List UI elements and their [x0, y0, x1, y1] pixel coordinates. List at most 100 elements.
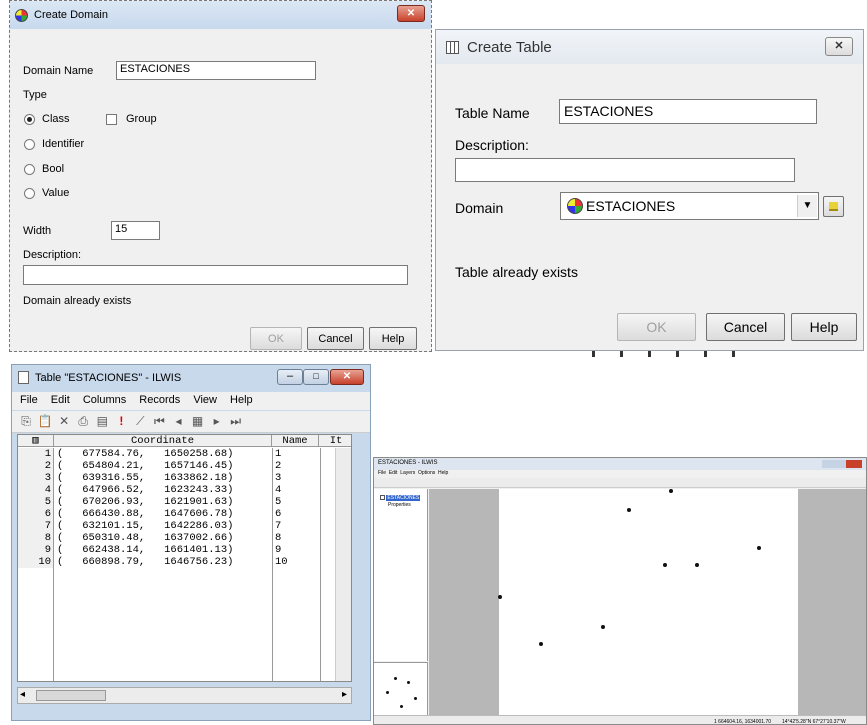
- table-row[interactable]: 4( 647966.52, 1623243.33) 4: [18, 484, 319, 496]
- alert-icon[interactable]: !: [113, 414, 129, 428]
- domain-select[interactable]: ESTACIONES ▼: [560, 192, 819, 220]
- width-input[interactable]: 15: [111, 221, 160, 240]
- scroll-left-icon[interactable]: ◂: [20, 689, 25, 700]
- domain-description-input[interactable]: [23, 265, 408, 285]
- properties-icon[interactable]: ▤: [94, 414, 110, 428]
- table-row[interactable]: 3( 639316.55, 1633862.18) 3: [18, 472, 319, 484]
- station-point[interactable]: [695, 563, 699, 567]
- paste-icon[interactable]: 📋: [37, 414, 53, 428]
- domain-ok-button[interactable]: OK: [250, 327, 302, 350]
- coordinate-cell[interactable]: ( 654804.21, 1657146.45): [54, 460, 272, 472]
- table-row[interactable]: 8( 650310.48, 1637002.66) 8: [18, 532, 319, 544]
- name-cell[interactable]: 7: [272, 520, 319, 532]
- map-menubar[interactable]: File Edit Layers Options Help: [374, 470, 866, 478]
- close-button[interactable]: ✕: [330, 369, 364, 385]
- close-button[interactable]: ✕: [397, 5, 425, 22]
- domain-help-button[interactable]: Help: [369, 327, 417, 350]
- coordinate-cell[interactable]: ( 666430.88, 1647606.78): [54, 508, 272, 520]
- layer-checkbox-icon[interactable]: [380, 495, 385, 501]
- table-description-input[interactable]: [455, 158, 795, 182]
- name-cell[interactable]: 6: [272, 508, 319, 520]
- name-cell[interactable]: 8: [272, 532, 319, 544]
- name-cell[interactable]: 5: [272, 496, 319, 508]
- new-domain-button[interactable]: [823, 196, 844, 217]
- create-table-titlebar: Create Table ✕: [436, 30, 863, 64]
- name-cell[interactable]: 2: [272, 460, 319, 472]
- type-identifier-radio[interactable]: [24, 139, 35, 150]
- minimize-icon: –: [286, 370, 294, 382]
- map-window-buttons[interactable]: [822, 460, 862, 468]
- name-cell[interactable]: 1: [272, 448, 319, 460]
- close-button[interactable]: ✕: [825, 37, 853, 56]
- background-window-edge: [592, 351, 742, 357]
- table-name-input[interactable]: ESTACIONES: [559, 99, 817, 124]
- table-description-label: Description:: [455, 137, 529, 153]
- copy-icon[interactable]: ⎘: [18, 414, 34, 429]
- menu-help[interactable]: Help: [230, 394, 253, 406]
- header-corner-icon[interactable]: ▥: [18, 435, 54, 446]
- coordinate-cell[interactable]: ( 647966.52, 1623243.33): [54, 484, 272, 496]
- type-class-radio[interactable]: [24, 114, 35, 125]
- scroll-thumb[interactable]: [36, 690, 106, 701]
- menu-file[interactable]: File: [20, 394, 38, 406]
- vertical-scrollbar[interactable]: [335, 448, 351, 681]
- layer-properties[interactable]: Properties: [388, 502, 427, 508]
- table-row[interactable]: 2( 654804.21, 1657146.45) 2: [18, 460, 319, 472]
- domain-cancel-button[interactable]: Cancel: [307, 327, 364, 350]
- station-point[interactable]: [539, 642, 543, 646]
- coordinate-cell[interactable]: ( 670206.93, 1621901.63): [54, 496, 272, 508]
- menu-columns[interactable]: Columns: [83, 394, 126, 406]
- coordinate-cell[interactable]: ( 632101.15, 1642286.03): [54, 520, 272, 532]
- name-cell[interactable]: 10: [272, 556, 319, 568]
- column-header-name[interactable]: Name: [272, 435, 319, 446]
- station-point[interactable]: [627, 508, 631, 512]
- name-cell[interactable]: 3: [272, 472, 319, 484]
- map-toolbar: [374, 478, 866, 488]
- table-cancel-button[interactable]: Cancel: [706, 313, 785, 341]
- type-bool-radio[interactable]: [24, 164, 35, 175]
- coordinate-cell[interactable]: ( 660898.79, 1646756.23): [54, 556, 272, 568]
- station-point[interactable]: [757, 546, 761, 550]
- station-point[interactable]: [663, 563, 667, 567]
- table-row[interactable]: 5( 670206.93, 1621901.63) 5: [18, 496, 319, 508]
- group-checkbox[interactable]: [106, 114, 117, 125]
- table-row[interactable]: 10( 660898.79, 1646756.23) 10: [18, 556, 319, 568]
- type-value-radio[interactable]: [24, 188, 35, 199]
- print-icon[interactable]: ⎙: [75, 414, 91, 429]
- table-row[interactable]: 7( 632101.15, 1642286.03) 7: [18, 520, 319, 532]
- first-record-icon[interactable]: ⏮: [151, 414, 167, 429]
- goto-record-icon[interactable]: ▦: [190, 414, 206, 428]
- graph-icon[interactable]: ⟋: [132, 414, 148, 429]
- map-canvas[interactable]: [429, 489, 866, 715]
- menu-records[interactable]: Records: [139, 394, 180, 406]
- name-cell[interactable]: 4: [272, 484, 319, 496]
- table-ok-button[interactable]: OK: [617, 313, 696, 341]
- column-header-coordinate[interactable]: Coordinate: [54, 435, 272, 446]
- table-row[interactable]: 1( 677584.76, 1650258.68) 1: [18, 448, 319, 460]
- table-row[interactable]: 6( 666430.88, 1647606.78) 6: [18, 508, 319, 520]
- layer-item[interactable]: ESTACIONES: [380, 495, 427, 501]
- last-record-icon[interactable]: ⏭: [228, 414, 244, 429]
- maximize-button[interactable]: □: [303, 369, 329, 385]
- coordinate-cell[interactable]: ( 677584.76, 1650258.68): [54, 448, 272, 460]
- station-point[interactable]: [498, 595, 502, 599]
- coordinate-cell[interactable]: ( 639316.55, 1633862.18): [54, 472, 272, 484]
- station-point[interactable]: [669, 489, 673, 493]
- domain-name-input[interactable]: ESTACIONES: [116, 61, 316, 80]
- horizontal-scrollbar[interactable]: ◂ ▸: [17, 687, 352, 704]
- coordinate-cell[interactable]: ( 650310.48, 1637002.66): [54, 532, 272, 544]
- prev-record-icon[interactable]: ◂: [171, 414, 187, 428]
- coordinate-cell[interactable]: ( 662438.14, 1661401.13): [54, 544, 272, 556]
- delete-icon[interactable]: ✕: [56, 414, 72, 428]
- chevron-down-icon[interactable]: ▼: [797, 195, 817, 217]
- minimize-button[interactable]: –: [277, 369, 303, 385]
- station-point[interactable]: [601, 625, 605, 629]
- menu-edit[interactable]: Edit: [51, 394, 70, 406]
- scroll-right-icon[interactable]: ▸: [342, 689, 347, 700]
- next-record-icon[interactable]: ▸: [209, 414, 225, 428]
- name-cell[interactable]: 9: [272, 544, 319, 556]
- table-row[interactable]: 9( 662438.14, 1661401.13) 9: [18, 544, 319, 556]
- column-header-it[interactable]: It: [319, 435, 351, 446]
- table-help-button[interactable]: Help: [791, 313, 857, 341]
- menu-view[interactable]: View: [193, 394, 217, 406]
